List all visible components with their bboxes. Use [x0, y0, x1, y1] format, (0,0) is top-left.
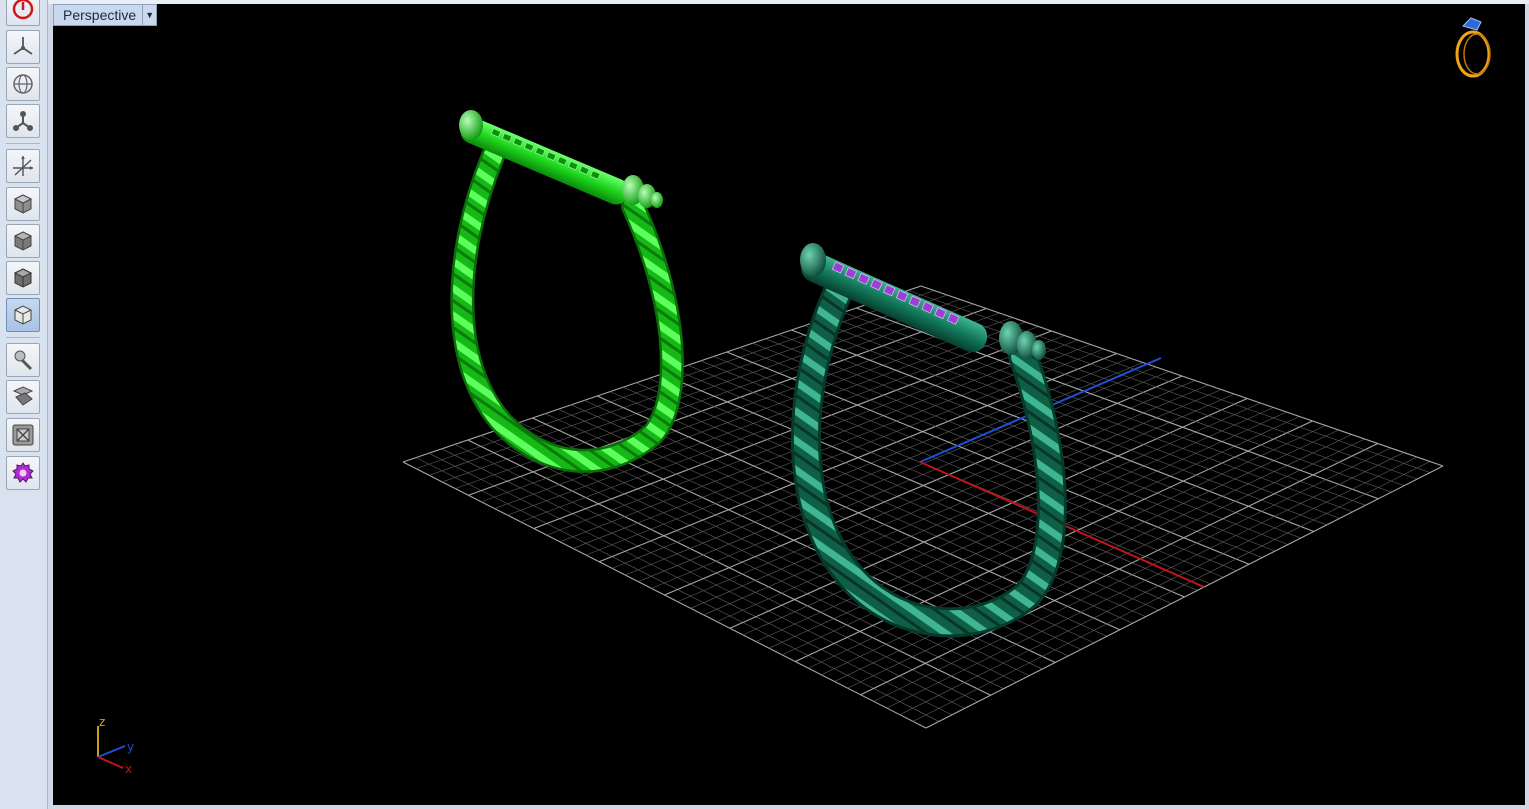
axis-x-label: x: [125, 762, 132, 776]
viewport-title[interactable]: Perspective: [54, 5, 142, 25]
axis-indicator: z y x: [97, 715, 134, 776]
toolbar-separator: [6, 143, 40, 144]
maximize-button[interactable]: [6, 418, 40, 452]
grid-line: [847, 438, 1365, 689]
move-axes-icon: [13, 156, 33, 176]
axis-z-label: z: [99, 715, 105, 729]
ring-logo-icon[interactable]: [1455, 17, 1491, 78]
maximize-icon: [12, 424, 34, 446]
grid-line: [886, 452, 1404, 709]
view-cube-2-button[interactable]: [6, 224, 40, 258]
move-button[interactable]: [6, 149, 40, 183]
grid-line: [873, 447, 1391, 702]
gear-icon: [12, 462, 34, 483]
grid-line: [920, 285, 1444, 467]
viewport-tab[interactable]: Perspective ▼: [53, 4, 158, 26]
power-button[interactable]: [6, 0, 40, 26]
chevron-down-icon[interactable]: ▼: [142, 5, 156, 25]
rotate-globe-icon: [13, 74, 33, 94]
scene-canvas[interactable]: z y x: [53, 4, 1525, 805]
shaded-cube-icon: [13, 268, 33, 288]
view-toolbar: [0, 0, 48, 809]
rotate-button[interactable]: [6, 67, 40, 101]
wireframe-cube-icon: [14, 305, 32, 325]
settings-button[interactable]: [6, 456, 40, 490]
shaded-cube-icon: [13, 194, 33, 214]
render-button[interactable]: [6, 343, 40, 377]
material-icon: [12, 386, 34, 406]
grid-line: [907, 290, 1431, 473]
grid-line: [912, 461, 1431, 722]
render-brush-icon: [14, 350, 33, 371]
material-button[interactable]: [6, 380, 40, 414]
view-wireframe-button[interactable]: [6, 298, 40, 332]
pan-button[interactable]: [6, 30, 40, 64]
axis-y-label: y: [127, 740, 134, 754]
ground-grid: [402, 285, 1444, 729]
view-cube-3-button[interactable]: [6, 261, 40, 295]
pan-arrows-icon: [13, 37, 33, 55]
view-cube-1-button[interactable]: [6, 187, 40, 221]
toolbar-separator: [6, 337, 40, 338]
ring-model-left[interactable]: [450, 110, 684, 473]
perspective-viewport[interactable]: z y x Perspective ▼: [53, 4, 1525, 805]
zoom-button[interactable]: [6, 104, 40, 138]
connect-nodes-icon: [13, 111, 33, 131]
shaded-cube-icon: [13, 231, 33, 251]
power-icon: [12, 0, 34, 20]
